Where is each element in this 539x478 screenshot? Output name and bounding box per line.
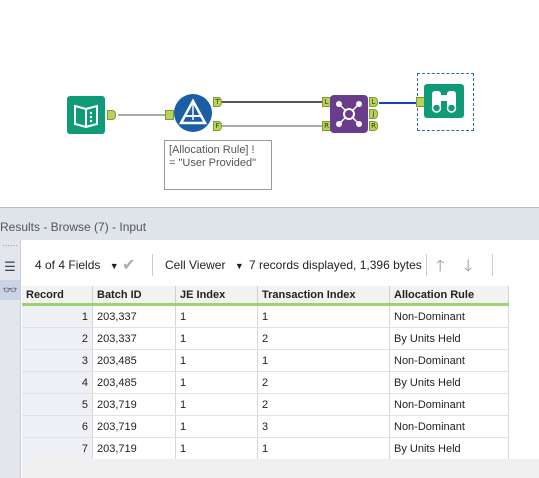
filter-annotation: [Allocation Rule] ! = "User Provided" [164, 140, 272, 190]
records-summary: 7 records displayed, 1,396 bytes [249, 258, 422, 272]
record-cell[interactable]: 7 [22, 437, 93, 460]
batch-id-cell[interactable]: 203,485 [92, 371, 176, 394]
results-table[interactable]: Record Batch ID JE Index Transaction Ind… [22, 286, 509, 460]
workflow-canvas[interactable]: T F [Allocation Rule] ! = "User Provided… [0, 0, 539, 205]
cell-viewer-dropdown[interactable]: Cell Viewer ▼ [165, 258, 244, 272]
toolbar-divider [152, 254, 153, 276]
filter-input-anchor[interactable] [165, 110, 174, 120]
transaction-index-cell[interactable]: 2 [257, 393, 390, 416]
record-cell[interactable]: 4 [22, 371, 93, 394]
toolbar-divider [426, 254, 427, 276]
transaction-index-cell[interactable]: 3 [257, 415, 390, 438]
arrow-down-icon[interactable]: 🡓 [464, 255, 472, 282]
cell-viewer-label: Cell Viewer [165, 258, 226, 272]
record-cell[interactable]: 3 [22, 349, 93, 372]
record-cell[interactable]: 2 [22, 327, 93, 350]
table-row[interactable]: 4 203,485 1 2 By Units Held [22, 371, 509, 394]
record-cell[interactable]: 5 [22, 393, 93, 416]
table-row[interactable]: 3 203,485 1 1 Non-Dominant [22, 349, 509, 372]
join-tool[interactable] [330, 95, 368, 133]
results-toolbar: 4 of 4 Fields ▼ ✔ Cell Viewer ▼ 7 record… [22, 248, 539, 282]
table-row[interactable]: 7 203,719 1 1 By Units Held [22, 437, 509, 460]
results-title: Results - Browse (7) - Input [0, 220, 147, 234]
chevron-down-icon: ▼ [109, 261, 119, 271]
results-header: Results - Browse (7) - Input [0, 207, 539, 240]
checkmark-icon[interactable]: ✔ [122, 255, 135, 275]
transaction-index-cell[interactable]: 1 [257, 304, 390, 328]
filter-false-anchor[interactable]: F [213, 121, 222, 131]
batch-id-cell[interactable]: 203,719 [92, 415, 176, 438]
column-header-transaction-index[interactable]: Transaction Index [257, 286, 390, 306]
table-row[interactable]: 5 203,719 1 2 Non-Dominant [22, 393, 509, 416]
connection-join-browse[interactable] [379, 102, 416, 104]
allocation-rule-cell[interactable]: By Units Held [389, 437, 509, 460]
je-index-cell[interactable]: 1 [175, 437, 258, 460]
list-view-icon[interactable]: ☰ [0, 257, 20, 277]
je-index-cell[interactable]: 1 [175, 371, 258, 394]
input-data-tool[interactable] [67, 96, 105, 134]
transaction-index-cell[interactable]: 1 [257, 349, 390, 372]
input-output-anchor[interactable] [107, 110, 116, 120]
column-header-record[interactable]: Record [22, 286, 93, 306]
join-right-output-anchor[interactable]: R [369, 121, 378, 131]
connection-input-filter[interactable] [118, 114, 168, 116]
batch-id-cell[interactable]: 203,337 [92, 327, 176, 350]
binoculars-view-icon[interactable]: 👓 [0, 280, 20, 300]
table-row[interactable]: 6 203,719 1 3 Non-Dominant [22, 415, 509, 438]
annotation-line-2: = "User Provided" [169, 157, 256, 169]
record-cell[interactable]: 6 [22, 415, 93, 438]
book-icon [74, 104, 98, 129]
annotation-line-1: [Allocation Rule] ! [169, 144, 255, 156]
batch-id-cell[interactable]: 203,719 [92, 393, 176, 416]
chevron-down-icon: ▼ [234, 261, 244, 271]
table-row[interactable]: 2 203,337 1 2 By Units Held [22, 327, 509, 350]
binoculars-icon [431, 91, 457, 113]
results-left-rail: ⋯⋯ ☰ 👓 [0, 240, 21, 478]
filter-tool[interactable] [174, 94, 212, 132]
batch-id-cell[interactable]: 203,719 [92, 437, 176, 460]
join-join-output-anchor[interactable]: J [369, 109, 378, 119]
join-icon [336, 101, 362, 127]
connection-filter-true-join[interactable] [221, 101, 325, 103]
batch-id-cell[interactable]: 203,485 [92, 349, 176, 372]
je-index-cell[interactable]: 1 [175, 349, 258, 372]
allocation-rule-cell[interactable]: By Units Held [389, 371, 509, 394]
filter-true-anchor[interactable]: T [213, 97, 222, 107]
allocation-rule-cell[interactable]: Non-Dominant [389, 349, 509, 372]
column-header-allocation-rule[interactable]: Allocation Rule [389, 286, 509, 306]
transaction-index-cell[interactable]: 2 [257, 327, 390, 350]
transaction-index-cell[interactable]: 1 [257, 437, 390, 460]
grid-empty-area [22, 459, 539, 478]
record-cell[interactable]: 1 [22, 304, 93, 328]
connection-filter-false-join[interactable] [221, 125, 325, 127]
table-row[interactable]: 1 203,337 1 1 Non-Dominant [22, 304, 509, 328]
filter-icon [178, 98, 208, 125]
fields-dropdown[interactable]: 4 of 4 Fields ▼ [35, 258, 119, 272]
column-header-batch-id[interactable]: Batch ID [92, 286, 176, 306]
je-index-cell[interactable]: 1 [175, 327, 258, 350]
je-index-cell[interactable]: 1 [175, 393, 258, 416]
je-index-cell[interactable]: 1 [175, 304, 258, 328]
allocation-rule-cell[interactable]: Non-Dominant [389, 304, 509, 328]
table-header-row: Record Batch ID JE Index Transaction Ind… [22, 286, 509, 306]
je-index-cell[interactable]: 1 [175, 415, 258, 438]
toolbar-divider [492, 254, 493, 276]
browse-tool[interactable] [424, 84, 464, 118]
transaction-index-cell[interactable]: 2 [257, 371, 390, 394]
allocation-rule-cell[interactable]: By Units Held [389, 327, 509, 350]
fields-label: 4 of 4 Fields [35, 258, 101, 272]
join-left-output-anchor[interactable]: L [369, 97, 378, 107]
batch-id-cell[interactable]: 203,337 [92, 304, 176, 328]
allocation-rule-cell[interactable]: Non-Dominant [389, 415, 509, 438]
arrow-up-icon[interactable]: 🡑 [436, 255, 444, 282]
column-header-je-index[interactable]: JE Index [175, 286, 258, 306]
allocation-rule-cell[interactable]: Non-Dominant [389, 393, 509, 416]
